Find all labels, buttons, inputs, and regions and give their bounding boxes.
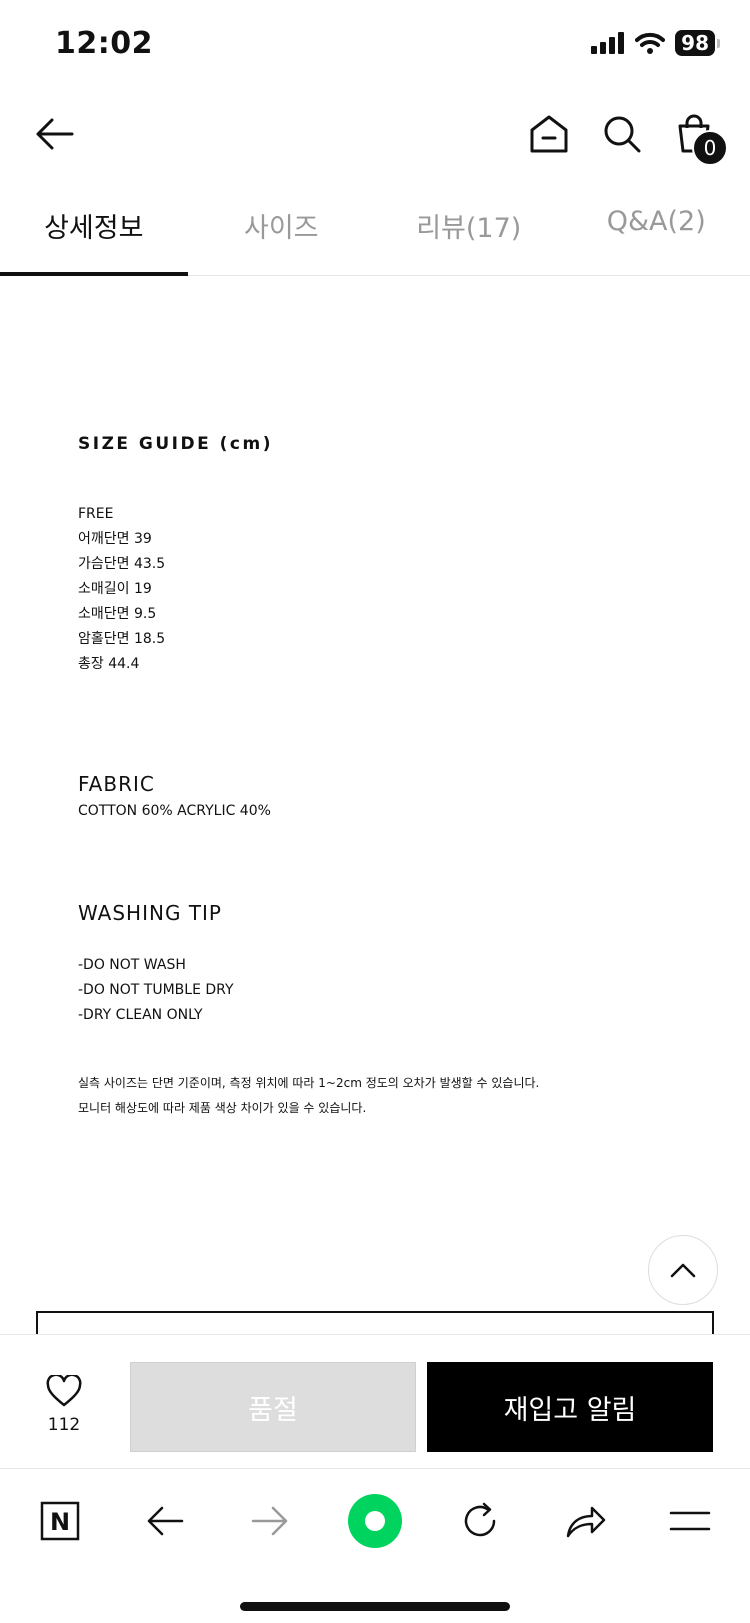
search-button[interactable]: [596, 108, 648, 160]
naver-n-icon: N: [40, 1501, 80, 1541]
size-line: 소매단면 9.5: [78, 606, 157, 622]
content-box-edge: [36, 1311, 714, 1334]
detail-content: SIZE GUIDE (cm) FREE 어깨단면 39 가슴단면 43.5 소…: [0, 277, 750, 1334]
heart-icon: [46, 1373, 82, 1407]
share-button[interactable]: [555, 1491, 615, 1551]
menu-icon: [669, 1511, 711, 1531]
battery-icon: 98: [675, 30, 715, 56]
note-line: 모니터 해상도에 따라 제품 색상 차이가 있을 수 있습니다.: [78, 1101, 367, 1115]
status-bar: 12:02 98: [0, 0, 750, 88]
cart-button[interactable]: 0: [668, 108, 728, 166]
size-line: 소매길이 19: [78, 581, 152, 597]
wifi-icon: [635, 32, 666, 54]
green-dot-icon: [348, 1494, 402, 1548]
status-time: 12:02: [55, 26, 153, 61]
size-line: 암홀단면 18.5: [78, 631, 166, 647]
purchase-action-bar: 112 품절 재입고 알림: [0, 1334, 750, 1468]
nav-bar: 0: [0, 88, 750, 180]
battery-tip: [717, 38, 720, 48]
refresh-button[interactable]: [450, 1491, 510, 1551]
soldout-button[interactable]: 품절: [130, 1362, 416, 1452]
size-line: FREE: [78, 506, 114, 522]
refresh-icon: [464, 1502, 496, 1537]
size-guide-list: FREE 어깨단면 39 가슴단면 43.5 소매길이 19 소매단면 9.5 …: [78, 502, 165, 677]
washing-line: -DRY CLEAN ONLY: [78, 1007, 203, 1023]
size-note: 실측 사이즈는 단면 기준이며, 측정 위치에 따라 1~2cm 정도의 오차가…: [78, 1071, 539, 1121]
search-icon: [604, 116, 641, 153]
browser-back-button[interactable]: [135, 1491, 195, 1551]
menu-button[interactable]: [660, 1491, 720, 1551]
tab-qna[interactable]: Q&A(2): [563, 180, 750, 275]
size-line: 총장 44.4: [78, 656, 140, 672]
arrow-left-icon: [36, 118, 74, 150]
washing-line: -DO NOT TUMBLE DRY: [78, 982, 234, 998]
cart-count-badge: 0: [692, 130, 728, 166]
browser-toolbar: N: [0, 1468, 750, 1623]
share-icon: [566, 1506, 606, 1538]
wish-count: 112: [47, 1415, 81, 1435]
fabric-value: COTTON 60% ACRYLIC 40%: [78, 803, 271, 819]
arrow-right-icon: [251, 1506, 288, 1536]
chevron-up-icon: [670, 1263, 696, 1278]
tab-size[interactable]: 사이즈: [188, 180, 376, 275]
naver-home-button[interactable]: N: [30, 1491, 90, 1551]
home-indicator: [240, 1602, 510, 1611]
status-icons: 98: [591, 30, 720, 56]
washing-title: WASHING TIP: [78, 901, 222, 925]
home-button[interactable]: [523, 108, 575, 160]
washing-list: -DO NOT WASH -DO NOT TUMBLE DRY -DRY CLE…: [78, 953, 234, 1028]
size-guide-title: SIZE GUIDE (cm): [78, 434, 273, 454]
browser-forward-button[interactable]: [240, 1491, 300, 1551]
back-button[interactable]: [28, 108, 80, 160]
home-icon: [530, 115, 568, 153]
tab-detail[interactable]: 상세정보: [0, 180, 188, 276]
restock-alert-button[interactable]: 재입고 알림: [427, 1362, 713, 1452]
scroll-top-button[interactable]: [648, 1235, 718, 1305]
svg-text:N: N: [50, 1508, 70, 1536]
washing-line: -DO NOT WASH: [78, 957, 186, 973]
note-line: 실측 사이즈는 단면 기준이며, 측정 위치에 따라 1~2cm 정도의 오차가…: [78, 1076, 540, 1090]
size-line: 가슴단면 43.5: [78, 556, 166, 572]
tab-review[interactable]: 리뷰(17): [375, 180, 563, 275]
size-line: 어깨단면 39: [78, 531, 152, 547]
signal-icon: [591, 32, 625, 54]
arrow-left-icon: [147, 1506, 184, 1536]
green-dot-button[interactable]: [345, 1491, 405, 1551]
fabric-title: FABRIC: [78, 772, 155, 796]
product-tabs: 상세정보 사이즈 리뷰(17) Q&A(2): [0, 180, 750, 276]
wish-button[interactable]: 112: [36, 1373, 92, 1435]
